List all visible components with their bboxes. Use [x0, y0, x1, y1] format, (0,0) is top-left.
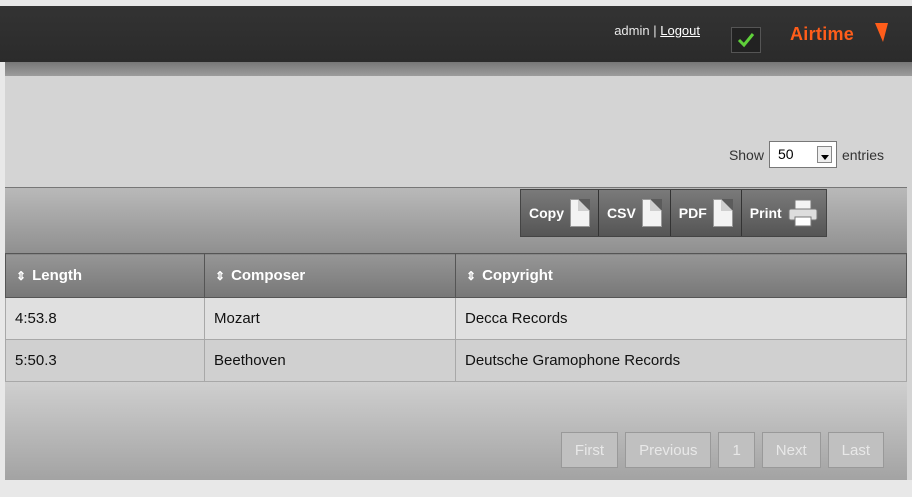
cell-copyright: Deutsche Gramophone Records [455, 339, 907, 382]
entries-length-control: Show 50 entries [729, 141, 884, 168]
top-bar: admin | Logout Airtime [0, 6, 912, 62]
entries-label: entries [841, 146, 884, 163]
column-label: Copyright [482, 267, 553, 284]
last-page-button[interactable]: Last [827, 432, 884, 468]
column-header-copyright[interactable]: ⇕ Copyright [455, 253, 907, 298]
column-label: Length [32, 267, 83, 284]
csv-icon [641, 199, 662, 227]
username: admin [614, 23, 650, 38]
sub-bar [5, 62, 912, 76]
column-header-length[interactable]: ⇕ Length [5, 253, 205, 298]
cell-composer: Beethoven [204, 339, 456, 382]
cell-length: 4:53.8 [5, 297, 205, 340]
table-header-row: ⇕ Length ⇕ Composer ⇕ Copyright [5, 253, 907, 298]
pdf-button[interactable]: PDF [671, 190, 742, 236]
csv-button[interactable]: CSV [599, 190, 671, 236]
logout-link[interactable]: Logout [660, 23, 700, 38]
entries-select-value: 50 [777, 146, 794, 162]
pdf-label: PDF [678, 205, 707, 221]
copy-button[interactable]: Copy [521, 190, 599, 236]
chevron-down-icon[interactable] [816, 146, 832, 163]
status-check-icon[interactable] [731, 27, 761, 53]
data-table: ⇕ Length ⇕ Composer ⇕ Copyright 4:53.8 Moza… [5, 253, 907, 382]
airtime-logo: Airtime [790, 23, 888, 45]
export-buttons: Copy CSV PDF Print [520, 189, 827, 237]
cell-length: 5:50.3 [5, 339, 205, 382]
logo-text: Airtime [790, 24, 855, 44]
first-page-button[interactable]: First [560, 432, 619, 468]
table-row[interactable]: 5:50.3 Beethoven Deutsche Gramophone Rec… [5, 339, 907, 382]
cell-composer: Mozart [204, 297, 456, 340]
print-label: Print [749, 205, 782, 221]
next-page-button[interactable]: Next [761, 432, 821, 468]
show-label: Show [728, 146, 764, 163]
sort-icon: ⇕ [16, 269, 27, 283]
print-button[interactable]: Print [742, 190, 826, 236]
cell-copyright: Decca Records [455, 297, 907, 340]
column-label: Composer [231, 267, 306, 284]
logo-arrow-icon [875, 23, 888, 42]
previous-page-button[interactable]: Previous [625, 432, 712, 468]
pagination: First Previous 1 Next Last [560, 432, 884, 468]
table-row[interactable]: 4:53.8 Mozart Decca Records [5, 297, 907, 340]
user-info: admin | Logout [614, 23, 700, 38]
page-1-button[interactable]: 1 [718, 432, 755, 468]
copy-icon [570, 199, 590, 227]
copy-label: Copy [529, 205, 564, 221]
printer-icon [788, 199, 818, 227]
csv-label: CSV [607, 205, 636, 221]
column-header-composer[interactable]: ⇕ Composer [204, 253, 456, 298]
sort-icon: ⇕ [466, 269, 477, 283]
sort-icon: ⇕ [215, 269, 226, 283]
pdf-icon [712, 199, 733, 227]
entries-select[interactable]: 50 [768, 141, 837, 168]
